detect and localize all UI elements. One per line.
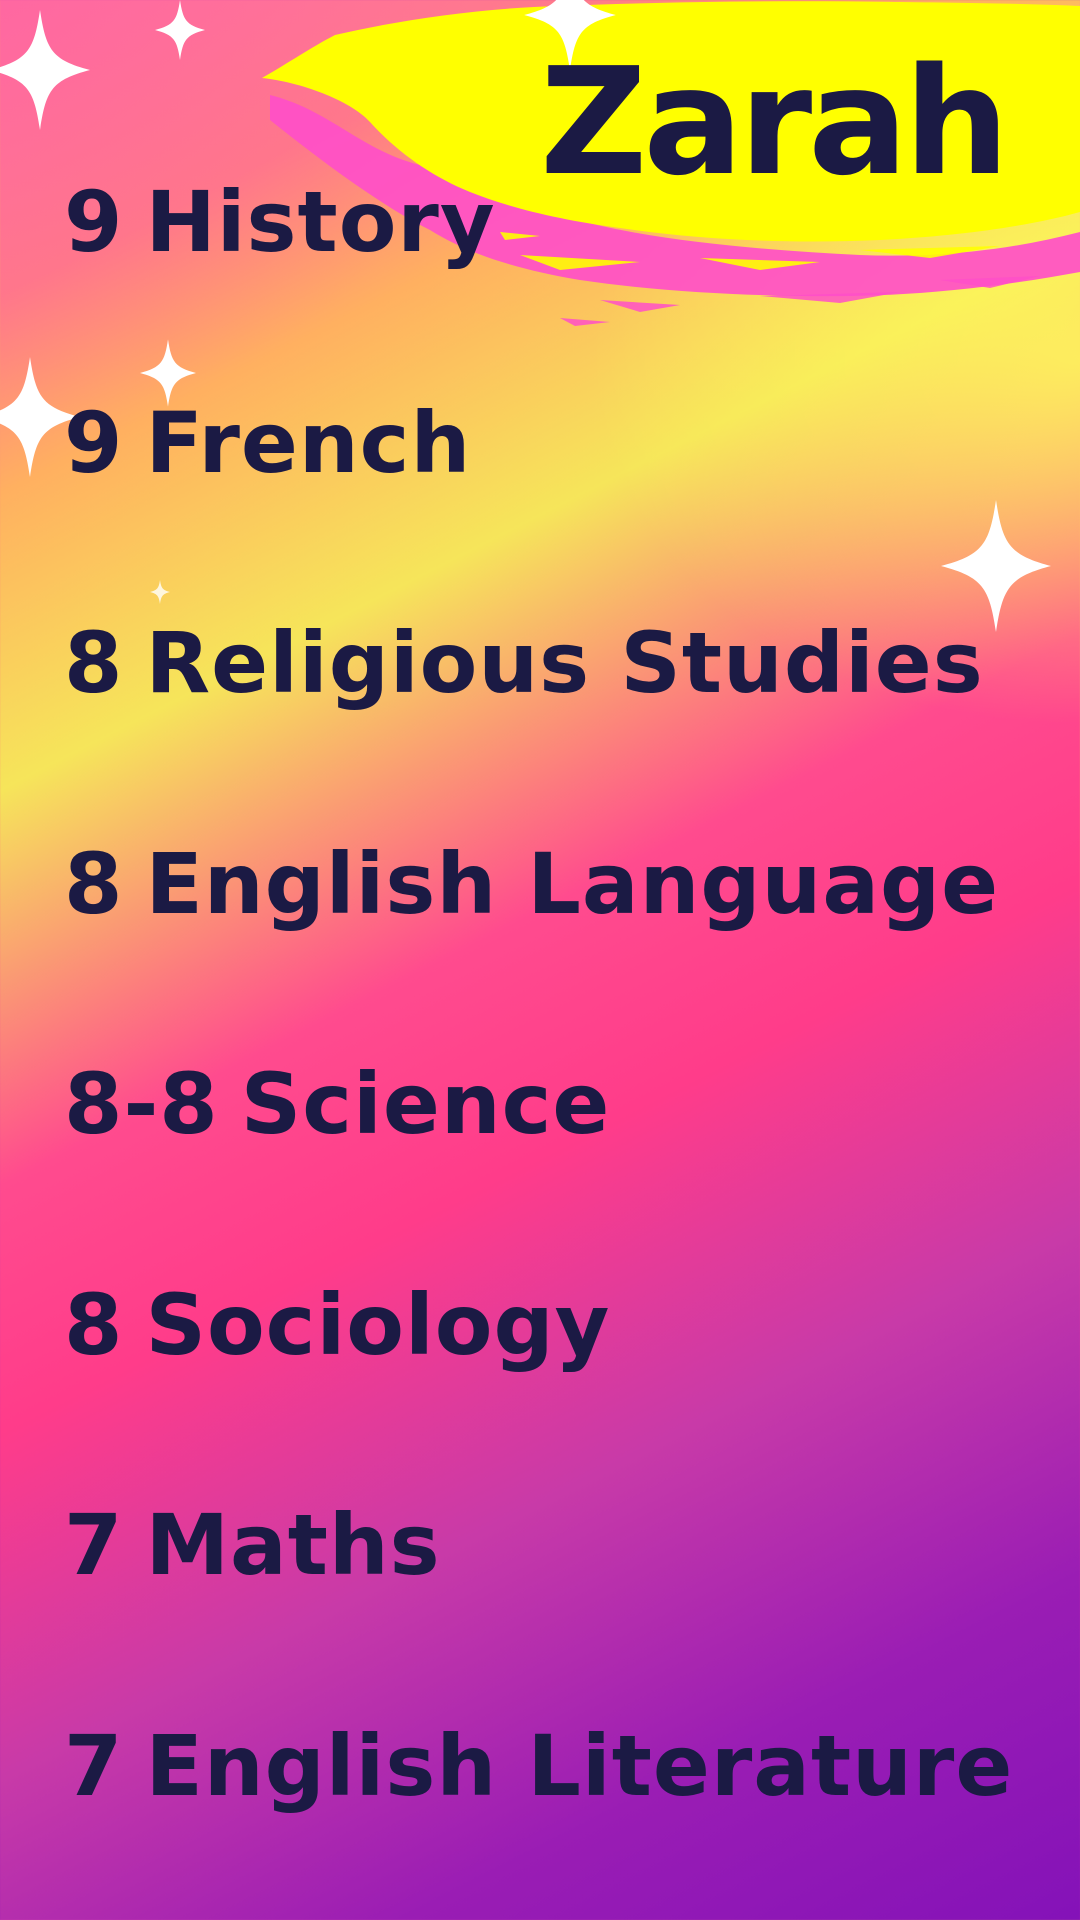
- grade-row: 8 Religious Studies: [64, 613, 1013, 834]
- grade-row: 9 French: [64, 393, 1013, 614]
- grade-row: 8-8 Science: [64, 1054, 1013, 1275]
- sparkle-icon: [155, 0, 205, 60]
- subject-name: Maths: [145, 1496, 441, 1594]
- subject-name: Religious Studies: [145, 614, 984, 712]
- grade-value: 7: [64, 1496, 124, 1594]
- grade-value: 7: [64, 1716, 124, 1815]
- grade-value: 9: [64, 173, 124, 271]
- subject-name: Science: [240, 1055, 611, 1153]
- grade-row: 7 English Literature: [64, 1716, 1013, 1920]
- grade-row: 7 Maths: [64, 1495, 1013, 1716]
- grade-value: 8-8: [64, 1055, 219, 1153]
- subject-name: Sociology: [145, 1275, 611, 1374]
- grade-row: 8 Sociology: [64, 1275, 1013, 1496]
- grades-list: 9 History 9 French 8 Religious Studies 8 Eng…: [64, 172, 1013, 1920]
- grade-value: 8: [64, 1275, 124, 1374]
- subject-name: English Language: [145, 834, 1000, 933]
- grade-row: 9 History: [64, 172, 1013, 393]
- grade-row: 8 English Language: [64, 834, 1013, 1055]
- subject-name: French: [145, 393, 472, 492]
- subject-name: English Literature: [145, 1716, 1014, 1815]
- grade-value: 9: [64, 393, 124, 492]
- sparkle-icon: [0, 10, 90, 130]
- subject-name: History: [145, 173, 496, 271]
- grade-value: 8: [64, 614, 124, 712]
- grade-value: 8: [64, 834, 124, 933]
